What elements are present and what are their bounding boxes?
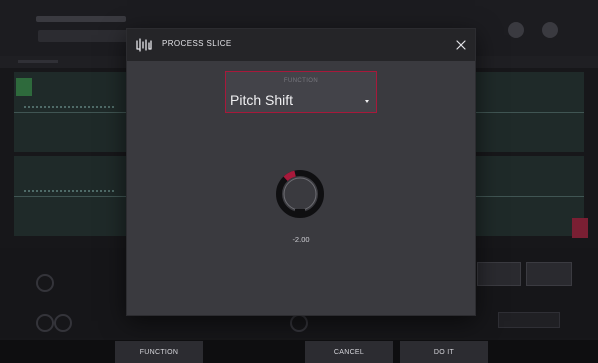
background-strip-mark bbox=[18, 60, 58, 63]
pitch-knob[interactable] bbox=[274, 168, 326, 220]
background-start-marker bbox=[16, 78, 32, 96]
background-button bbox=[526, 262, 572, 286]
do-it-button[interactable]: DO IT bbox=[400, 341, 488, 363]
background-end-marker bbox=[572, 218, 588, 238]
function-value: Pitch Shift bbox=[230, 92, 294, 108]
process-slice-icon bbox=[136, 38, 152, 52]
background-small-knob bbox=[54, 314, 72, 332]
cancel-button[interactable]: CANCEL bbox=[305, 341, 393, 363]
knob-gap bbox=[295, 209, 305, 217]
background-slot bbox=[498, 312, 560, 328]
background-title-placeholder bbox=[36, 16, 126, 22]
background-gear-icon bbox=[542, 22, 558, 38]
bottom-toolbar bbox=[0, 340, 598, 363]
close-button[interactable] bbox=[451, 35, 471, 55]
function-button[interactable]: FUNCTION bbox=[115, 341, 203, 363]
dialog-header: PROCESS SLICE bbox=[127, 29, 475, 61]
caret-down-icon bbox=[365, 100, 369, 103]
background-button bbox=[477, 262, 521, 286]
knob-face bbox=[283, 177, 317, 211]
knob-dial bbox=[276, 170, 324, 218]
function-select[interactable]: FUNCTION Pitch Shift bbox=[225, 71, 377, 113]
background-small-knob bbox=[36, 314, 54, 332]
background-small-knob bbox=[36, 274, 54, 292]
dialog-title: PROCESS SLICE bbox=[162, 39, 232, 48]
knob-value: -2.00 bbox=[292, 235, 310, 244]
waveform-trace bbox=[24, 190, 114, 204]
background-small-knob bbox=[290, 314, 308, 332]
knob-level-arc bbox=[283, 170, 296, 182]
close-icon bbox=[456, 40, 466, 50]
background-search-icon bbox=[508, 22, 524, 38]
process-slice-dialog: PROCESS SLICE FUNCTION Pitch Shift -2.00 bbox=[127, 29, 475, 315]
function-label: FUNCTION bbox=[283, 78, 319, 84]
waveform-trace bbox=[24, 106, 114, 120]
